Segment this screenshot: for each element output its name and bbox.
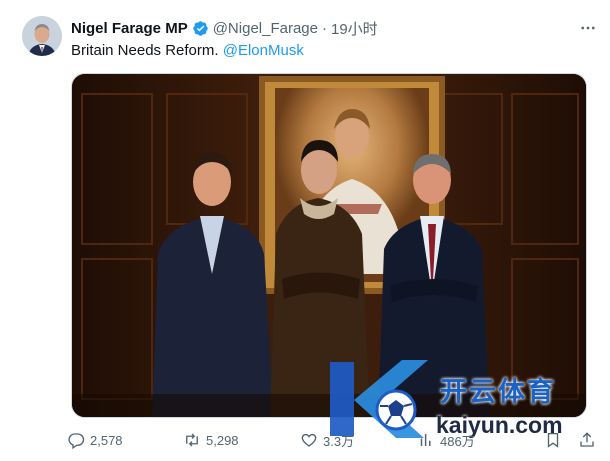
photo-image (72, 74, 586, 417)
share-button[interactable] (578, 431, 596, 449)
tweet-text-body: Britain Needs Reform. (71, 42, 219, 59)
tweet-header: Nigel Farage MP @Nigel_Farage · 19小时 (71, 18, 570, 39)
avatar-image (22, 16, 62, 56)
action-bar: 2,578 5,298 3.3万 486万 (68, 428, 596, 452)
share-icon (580, 432, 594, 447)
bookmark-icon (547, 432, 559, 448)
retweet-icon (186, 433, 198, 447)
retweet-count: 5,298 (206, 432, 239, 448)
separator-dot: · (321, 20, 327, 37)
tweet: Nigel Farage MP @Nigel_Farage · 19小时 Bri… (0, 0, 610, 461)
views-chart-icon (420, 434, 431, 446)
author-handle[interactable]: @Nigel_Farage (213, 20, 318, 37)
retweet-button[interactable]: 5,298 (183, 431, 300, 449)
tweet-text: Britain Needs Reform. @ElonMusk (71, 41, 304, 61)
verified-badge-icon (192, 20, 209, 37)
timestamp[interactable]: 19小时 (331, 18, 378, 39)
avatar[interactable] (22, 16, 62, 56)
like-button[interactable]: 3.3万 (300, 431, 417, 450)
author-name[interactable]: Nigel Farage MP (71, 20, 188, 37)
heart-icon (301, 433, 317, 447)
reply-icon (68, 433, 85, 449)
views-button[interactable]: 486万 (417, 431, 527, 450)
action-bar-right (544, 431, 596, 449)
reply-count: 2,578 (90, 432, 123, 448)
more-options-icon[interactable] (578, 18, 598, 38)
tweet-photo[interactable] (71, 73, 587, 418)
like-count: 3.3万 (323, 433, 355, 449)
reply-button[interactable]: 2,578 (67, 431, 183, 449)
view-count: 486万 (440, 433, 475, 449)
mention-link[interactable]: @ElonMusk (223, 42, 304, 59)
bookmark-button[interactable] (544, 431, 562, 449)
